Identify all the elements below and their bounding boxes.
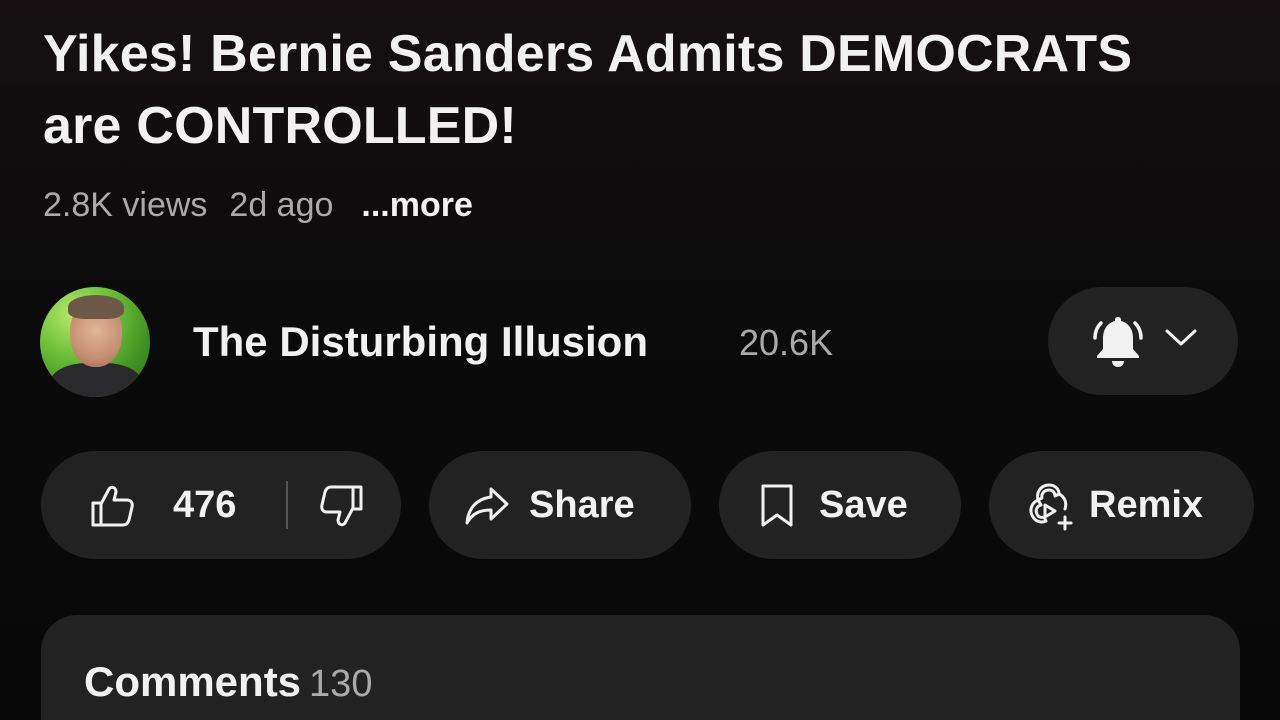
- remix-button[interactable]: Remix: [989, 451, 1254, 559]
- action-bar: 476 Share Save Remix: [0, 451, 1280, 561]
- avatar-hair: [68, 295, 124, 319]
- subscriber-count: 20.6K: [739, 322, 834, 363]
- view-count: 2.8K views: [43, 186, 208, 224]
- like-count: 476: [173, 484, 237, 526]
- thumbs-up-icon[interactable]: [89, 483, 135, 529]
- share-arrow-icon: [465, 487, 509, 525]
- comments-count: 130: [309, 663, 373, 705]
- comments-header: Comments 130: [84, 657, 372, 709]
- remix-icon: [1029, 483, 1073, 531]
- comments-panel[interactable]: Comments 130: [41, 615, 1240, 720]
- channel-row: The Disturbing Illusion 20.6K: [40, 287, 1240, 397]
- more-button[interactable]: ...more: [361, 186, 472, 224]
- like-divider: [286, 481, 288, 529]
- thumbs-down-icon[interactable]: [319, 483, 365, 529]
- bookmark-icon: [761, 484, 793, 527]
- video-meta[interactable]: 2.8K views 2d ago ...more: [43, 184, 495, 226]
- bell-filled-icon: [1093, 317, 1143, 367]
- share-button[interactable]: Share: [429, 451, 691, 559]
- save-button[interactable]: Save: [719, 451, 961, 559]
- channel-avatar[interactable]: [40, 287, 150, 397]
- remix-label: Remix: [1089, 484, 1204, 526]
- chevron-down-icon: [1165, 329, 1197, 346]
- avatar-shirt: [50, 363, 142, 397]
- save-label: Save: [819, 484, 908, 526]
- channel-name[interactable]: The Disturbing Illusion: [193, 317, 648, 367]
- comments-label: Comments: [84, 658, 302, 705]
- upload-age: 2d ago: [229, 186, 334, 224]
- like-dislike-group: 476: [41, 451, 401, 559]
- video-title: Yikes! Bernie Sanders Admits DEMOCRATS a…: [43, 25, 1133, 155]
- share-label: Share: [529, 484, 635, 526]
- subscription-notification-button[interactable]: [1048, 287, 1238, 395]
